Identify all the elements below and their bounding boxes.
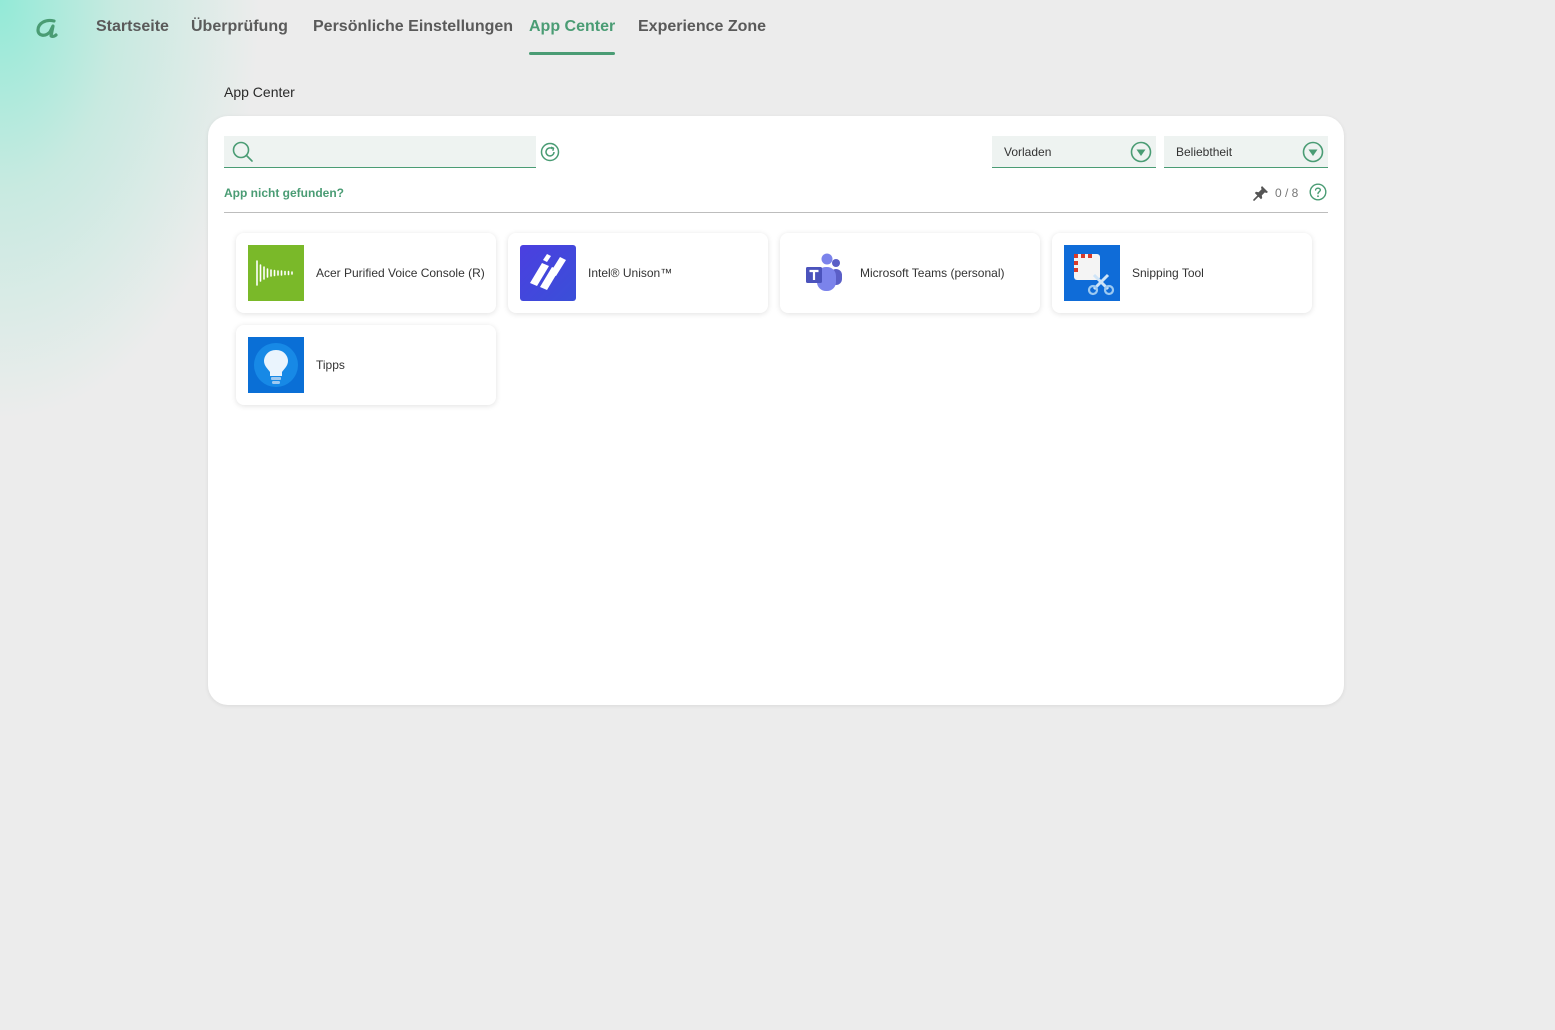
app-card-acer-purified-voice[interactable]: Acer Purified Voice Console (R) <box>236 233 496 313</box>
tab-startseite[interactable]: Startseite <box>96 18 169 56</box>
app-name: Intel® Unison™ <box>588 266 673 280</box>
acer-purified-voice-icon <box>248 245 304 301</box>
snipping-tool-icon <box>1064 245 1120 301</box>
app-not-found-link[interactable]: App nicht gefunden? <box>224 186 344 200</box>
app-name: Tipps <box>316 358 345 372</box>
page-title: App Center <box>224 84 295 100</box>
tab-ueberpruefung[interactable]: Überprüfung <box>191 18 288 56</box>
search-icon <box>232 141 253 162</box>
app-center-panel: Vorladen Beliebtheit App nicht gefunden?… <box>208 116 1344 705</box>
app-card-snipping-tool[interactable]: Snipping Tool <box>1052 233 1312 313</box>
app-name: Microsoft Teams (personal) <box>860 266 1005 280</box>
tips-lightbulb-icon <box>248 337 304 393</box>
tab-app-center[interactable]: App Center <box>529 18 616 56</box>
sort-label: Beliebtheit <box>1176 145 1233 159</box>
app-name: Acer Purified Voice Console (R) <box>316 266 485 280</box>
chevron-down-icon <box>1130 141 1152 163</box>
help-icon[interactable] <box>1309 183 1327 201</box>
preload-filter-label: Vorladen <box>1004 145 1052 159</box>
active-tab-indicator <box>529 52 616 55</box>
tab-experience-zone[interactable]: Experience Zone <box>638 18 766 56</box>
intel-unison-icon <box>520 245 576 301</box>
chevron-down-icon <box>1302 141 1324 163</box>
search-input[interactable] <box>260 140 532 164</box>
app-card-intel-unison[interactable]: Intel® Unison™ <box>508 233 768 313</box>
divider <box>224 212 1328 213</box>
tab-persoenliche-einstellungen[interactable]: Persönliche Einstellungen <box>313 18 513 56</box>
acer-logo-icon[interactable] <box>34 14 62 42</box>
preload-filter-dropdown[interactable]: Vorladen <box>992 136 1156 168</box>
app-card-tipps[interactable]: Tipps <box>236 325 496 405</box>
tab-app-center-label: App Center <box>529 18 616 35</box>
sort-dropdown[interactable]: Beliebtheit <box>1164 136 1328 168</box>
refresh-icon[interactable] <box>540 142 560 162</box>
app-card-microsoft-teams[interactable]: Microsoft Teams (personal) <box>780 233 1040 313</box>
pin-counter: 0 / 8 <box>1275 186 1299 200</box>
pin-icon <box>1253 186 1268 201</box>
search-field[interactable] <box>224 136 536 168</box>
microsoft-teams-icon <box>792 245 848 301</box>
top-navigation: Startseite Überprüfung Persönliche Einst… <box>0 0 1555 60</box>
app-name: Snipping Tool <box>1132 266 1204 280</box>
